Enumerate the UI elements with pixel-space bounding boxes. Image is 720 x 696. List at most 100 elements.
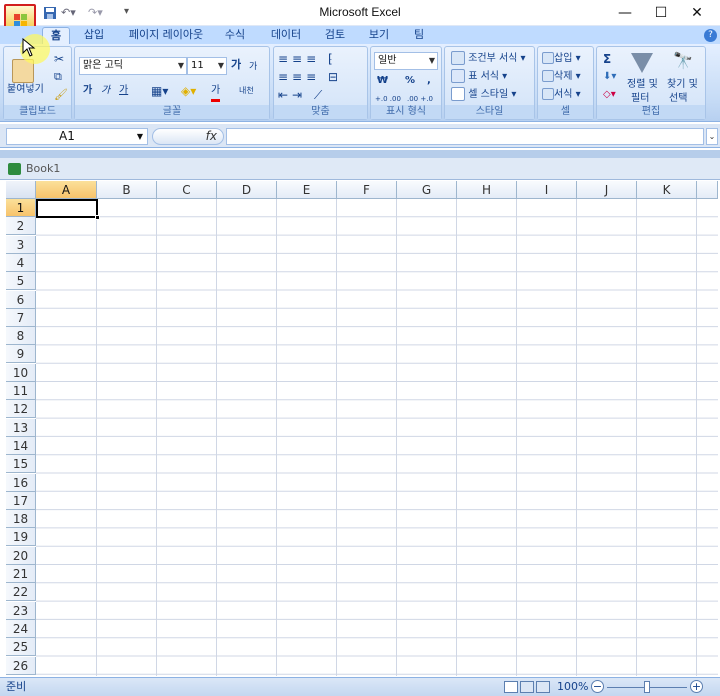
tab-insert[interactable]: 삽입 bbox=[78, 27, 110, 44]
row-header-17[interactable]: 17 bbox=[6, 491, 36, 510]
row-header-4[interactable]: 4 bbox=[6, 253, 36, 272]
tab-page-layout[interactable]: 페이지 레이아웃 bbox=[122, 27, 210, 44]
format-as-table-button[interactable]: 표 서식 ▾ bbox=[451, 69, 507, 85]
format-cells-button[interactable]: 서식 ▾ bbox=[542, 87, 581, 103]
row-header-11[interactable]: 11 bbox=[6, 382, 36, 400]
delete-cells-button[interactable]: 삭제 ▾ bbox=[542, 69, 581, 85]
underline-button[interactable]: 가 bbox=[119, 83, 128, 99]
column-header-e[interactable]: E bbox=[277, 181, 337, 199]
row-header-7[interactable]: 7 bbox=[6, 308, 36, 327]
align-left-icons[interactable]: ≡≡≡ ⊟ bbox=[278, 69, 342, 85]
column-header-d[interactable]: D bbox=[217, 181, 277, 199]
zoom-in-icon[interactable]: + bbox=[690, 680, 703, 693]
percent-button[interactable]: % bbox=[405, 73, 415, 89]
phonetic-button[interactable]: 내천 bbox=[239, 83, 254, 99]
column-header-f[interactable]: F bbox=[337, 181, 397, 199]
fill-icon[interactable]: ⬇▾ bbox=[603, 69, 616, 85]
column-header-a[interactable]: A bbox=[36, 181, 97, 199]
tab-formulas[interactable]: 수식 bbox=[218, 27, 252, 44]
row-header-16[interactable]: 16 bbox=[6, 473, 36, 492]
currency-button[interactable]: ₩ bbox=[377, 73, 388, 89]
row-header-5[interactable]: 5 bbox=[6, 272, 36, 291]
font-size-select[interactable]: 11 ▼ bbox=[187, 57, 227, 75]
tab-review[interactable]: 검토 bbox=[318, 27, 352, 44]
sort-filter-icon[interactable] bbox=[631, 53, 653, 73]
zoom-out-icon[interactable]: − bbox=[591, 680, 604, 693]
zoom-slider-thumb[interactable] bbox=[644, 681, 650, 693]
row-header-9[interactable]: 9 bbox=[6, 345, 36, 364]
grow-font-button[interactable]: 가 bbox=[231, 57, 241, 73]
align-top-icons[interactable]: ≡≡≡ ⁅ bbox=[278, 51, 337, 67]
italic-button[interactable]: 가 bbox=[101, 83, 110, 99]
cell-styles-button[interactable]: 셀 스타일 ▾ bbox=[451, 87, 516, 103]
column-header-k[interactable]: K bbox=[637, 181, 697, 199]
select-all-corner[interactable] bbox=[6, 181, 36, 199]
row-header-24[interactable]: 24 bbox=[6, 619, 36, 638]
row-header-12[interactable]: 12 bbox=[6, 400, 36, 419]
row-header-6[interactable]: 6 bbox=[6, 290, 36, 309]
cell-style-icon bbox=[451, 87, 465, 101]
name-box[interactable]: A1 ▼ bbox=[6, 128, 148, 145]
clear-icon[interactable]: ◇▾ bbox=[603, 87, 616, 103]
row-header-13[interactable]: 13 bbox=[6, 418, 36, 437]
border-icon[interactable]: ▦▾ bbox=[151, 83, 168, 99]
font-color-button[interactable]: 가 bbox=[211, 83, 221, 102]
shrink-font-button[interactable]: 가 bbox=[249, 59, 257, 75]
row-header-1[interactable]: 1 bbox=[6, 199, 36, 217]
expand-formula-bar-button[interactable]: ⌄ bbox=[706, 128, 718, 145]
format-table-label: 표 서식 bbox=[468, 71, 499, 82]
close-button[interactable]: ✕ bbox=[674, 0, 720, 26]
formula-input[interactable] bbox=[226, 128, 704, 145]
normal-view-icon[interactable] bbox=[504, 681, 518, 693]
clipboard-label: 클립보드 bbox=[4, 105, 71, 119]
ribbon-tabs: 홈 삽입 페이지 레이아웃 수식 데이터 검토 보기 팀 ? bbox=[0, 26, 720, 44]
row-header-8[interactable]: 8 bbox=[6, 327, 36, 346]
styles-label: 스타일 bbox=[445, 105, 534, 119]
paste-button[interactable]: 붙여넣기 bbox=[7, 82, 44, 98]
font-name-select[interactable]: 맑은 고딕 ▼ bbox=[79, 57, 187, 75]
tab-data[interactable]: 데이터 bbox=[266, 27, 306, 44]
cells-label: 셀 bbox=[538, 105, 593, 119]
row-header-19[interactable]: 19 bbox=[6, 528, 36, 547]
number-format-select[interactable]: 일반 ▼ bbox=[374, 52, 438, 70]
column-header-j[interactable]: J bbox=[577, 181, 637, 199]
row-header-26[interactable]: 26 bbox=[6, 656, 36, 675]
row-header-2[interactable]: 2 bbox=[6, 217, 36, 236]
spreadsheet-grid[interactable]: A B C D E F G H I J K 1 2 3 4 5 6 7 8 9 10 11 12 13 1… bbox=[6, 181, 718, 676]
row-header-22[interactable]: 22 bbox=[6, 583, 36, 602]
column-header-c[interactable]: C bbox=[157, 181, 217, 199]
tab-view[interactable]: 보기 bbox=[364, 27, 394, 44]
comma-button[interactable]: , bbox=[427, 73, 431, 89]
row-header-10[interactable]: 10 bbox=[6, 363, 36, 382]
active-cell-a1[interactable] bbox=[36, 199, 98, 218]
row-header-25[interactable]: 25 bbox=[6, 638, 36, 657]
tab-team[interactable]: 팀 bbox=[406, 27, 432, 44]
bold-button[interactable]: 가 bbox=[83, 83, 92, 99]
row-header-21[interactable]: 21 bbox=[6, 565, 36, 583]
insert-function-button[interactable]: fx bbox=[152, 128, 224, 145]
page-break-view-icon[interactable] bbox=[536, 681, 550, 693]
insert-cells-button[interactable]: 삽입 ▾ bbox=[542, 51, 581, 67]
fill-handle[interactable] bbox=[95, 215, 100, 220]
page-layout-view-icon[interactable] bbox=[520, 681, 534, 693]
column-header-h[interactable]: H bbox=[457, 181, 517, 199]
help-icon[interactable]: ? bbox=[704, 29, 717, 42]
format-painter-icon[interactable]: 🖌 bbox=[54, 87, 68, 103]
conditional-format-button[interactable]: 조건부 서식 ▾ bbox=[451, 51, 526, 67]
indent-icons[interactable]: ⇤⇥ ⟋ bbox=[278, 87, 326, 103]
autosum-button[interactable]: Σ bbox=[603, 51, 611, 67]
row-header-3[interactable]: 3 bbox=[6, 235, 36, 254]
row-header-15[interactable]: 15 bbox=[6, 455, 36, 474]
row-header-14[interactable]: 14 bbox=[6, 436, 36, 455]
column-header-i[interactable]: I bbox=[517, 181, 577, 199]
cut-icon[interactable]: ✂ bbox=[54, 51, 64, 67]
row-header-23[interactable]: 23 bbox=[6, 601, 36, 620]
row-header-20[interactable]: 20 bbox=[6, 546, 36, 565]
row-header-18[interactable]: 18 bbox=[6, 510, 36, 529]
column-header-b[interactable]: B bbox=[97, 181, 157, 199]
copy-icon[interactable]: ⧉ bbox=[54, 69, 62, 85]
binoculars-icon[interactable]: 🔭 bbox=[673, 53, 693, 69]
column-header-g[interactable]: G bbox=[397, 181, 457, 199]
fill-color-icon[interactable]: ◈▾ bbox=[181, 83, 196, 99]
column-header-partial[interactable] bbox=[697, 181, 718, 199]
